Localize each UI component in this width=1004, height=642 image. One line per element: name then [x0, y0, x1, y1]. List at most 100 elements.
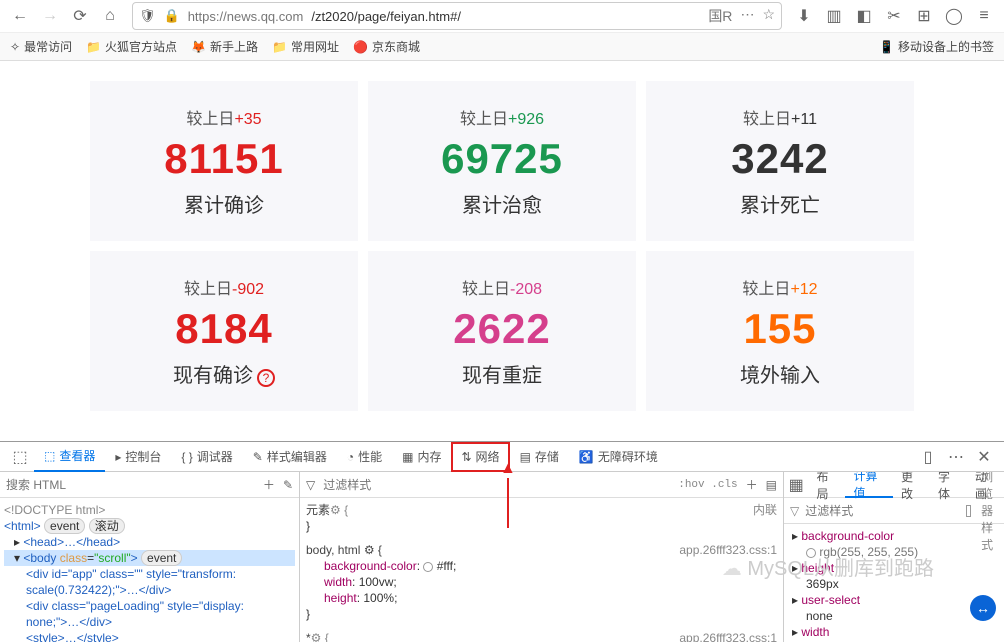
- dom-line: <div class="pageLoading" style="display:…: [4, 598, 295, 630]
- stat-label: 累计确诊: [184, 189, 264, 218]
- browser-styles-checkbox[interactable]: [966, 505, 971, 517]
- dom-panel: ＋ ✎ <!DOCTYPE html> <html> event 滚动 ▸ <h…: [0, 472, 300, 642]
- inspector-picker-icon[interactable]: ⬚: [6, 443, 34, 471]
- head-tag-line: ▸ <head>…</head>: [4, 534, 295, 550]
- tab-icon: ⬚: [44, 449, 55, 463]
- library-icon[interactable]: ▥: [820, 2, 848, 30]
- browser-chrome: ← → ⟳ ⌂ 🛡 🔒 https://news.qq.com/zt2020/p…: [0, 0, 1004, 61]
- stat-card: 较上日+12 155 境外输入: [646, 251, 914, 411]
- style-property[interactable]: width: 100vw;: [306, 574, 777, 590]
- hov-cls-toggle[interactable]: :hov .cls: [678, 479, 737, 491]
- devtools-tabs: ⬚ ⬚ 查看器▸ 控制台{ } 调试器✎ 样式编辑器◔ 性能▦ 内存⇅ 网络▤ …: [0, 442, 1004, 472]
- computed-tab[interactable]: 计算值: [845, 472, 893, 498]
- devtools-tab[interactable]: { } 调试器: [171, 442, 242, 472]
- devtools-tab[interactable]: ✎ 样式编辑器: [243, 442, 337, 472]
- stat-card: 较上日+926 69725 累计治愈: [368, 81, 636, 241]
- devtools-tab[interactable]: ▸ 控制台: [105, 442, 171, 472]
- stat-label: 现有重症: [462, 359, 542, 388]
- tab-icon: { }: [181, 450, 192, 464]
- page-content: 较上日+35 81151 累计确诊较上日+926 69725 累计治愈较上日+1…: [0, 61, 1004, 441]
- reload-button[interactable]: ⟳: [66, 2, 94, 30]
- search-html-input[interactable]: [6, 475, 255, 495]
- stat-delta: 较上日+11: [743, 105, 817, 129]
- tab-icon: ✎: [253, 450, 263, 464]
- menu-icon[interactable]: ≡: [970, 2, 998, 30]
- lock-icon: 🔒: [164, 8, 180, 24]
- filter-icon: ▽: [790, 504, 799, 518]
- close-icon[interactable]: ✕: [970, 443, 998, 471]
- bookmark-item[interactable]: 🔴 京东商城: [353, 38, 420, 55]
- reader-mode-icon[interactable]: 国R: [708, 6, 732, 26]
- computed-property[interactable]: ▸ background-color rgb(255, 255, 255): [792, 528, 996, 560]
- teamviewer-icon[interactable]: ↔: [970, 595, 996, 621]
- stat-delta: 较上日+926: [460, 105, 544, 129]
- computed-tab[interactable]: 布局: [808, 472, 845, 498]
- styles-filter-input[interactable]: [323, 475, 662, 495]
- bookmark-star-icon[interactable]: ☆: [762, 6, 775, 26]
- sidebar-icon[interactable]: ◧: [850, 2, 878, 30]
- style-rules[interactable]: 元素 ⚙ { 内联 } body, html ⚙ {app.26fff323.c…: [300, 498, 783, 642]
- help-icon[interactable]: ?: [257, 369, 275, 387]
- stat-label: 现有确诊?: [173, 359, 275, 388]
- url-path: /zt2020/page/feiyan.htm#/: [311, 9, 461, 24]
- devtools: ⬚ ⬚ 查看器▸ 控制台{ } 调试器✎ 样式编辑器◔ 性能▦ 内存⇅ 网络▤ …: [0, 441, 1004, 642]
- browser-toolbar: ← → ⟳ ⌂ 🛡 🔒 https://news.qq.com/zt2020/p…: [0, 0, 1004, 32]
- stats-grid: 较上日+35 81151 累计确诊较上日+926 69725 累计治愈较上日+1…: [90, 81, 914, 411]
- devtools-tab[interactable]: ▤ 存储: [510, 442, 569, 472]
- responsive-icon[interactable]: ▯: [914, 443, 942, 471]
- stat-delta: 较上日-902: [184, 275, 264, 299]
- tab-icon: ▸: [115, 450, 121, 464]
- add-rule-icon[interactable]: ＋: [746, 476, 758, 493]
- computed-tab[interactable]: 字体: [930, 472, 967, 498]
- devtools-tab[interactable]: ⇅ 网络: [451, 442, 509, 472]
- computed-property[interactable]: ▸ height369px: [792, 560, 996, 592]
- stat-number: 81151: [164, 135, 283, 183]
- back-button[interactable]: ←: [6, 2, 34, 30]
- computed-property[interactable]: ▸ user-selectnone: [792, 592, 996, 624]
- eyedropper-icon[interactable]: ✎: [283, 478, 293, 492]
- dom-tree[interactable]: <!DOCTYPE html> <html> event 滚动 ▸ <head>…: [0, 498, 299, 642]
- stat-card: 较上日-902 8184 现有确诊?: [90, 251, 358, 411]
- account-icon[interactable]: ◯: [940, 2, 968, 30]
- screenshot-icon[interactable]: ✂: [880, 2, 908, 30]
- stat-label: 境外输入: [740, 359, 820, 388]
- mobile-bookmarks[interactable]: 📱 移动设备上的书签: [879, 38, 994, 55]
- bookmark-item[interactable]: 📁 火狐官方站点: [86, 38, 177, 55]
- layout-view-icon[interactable]: ▦: [784, 472, 808, 499]
- computed-property[interactable]: ▸ width1024px: [792, 624, 996, 642]
- clipboard-icon[interactable]: ▤: [766, 478, 777, 492]
- styles-panel: ▽ :hov .cls ＋ ▤ 元素 ⚙ { 内联 } body, html ⚙…: [300, 472, 784, 642]
- home-button[interactable]: ⌂: [96, 2, 124, 30]
- stat-label: 累计治愈: [462, 189, 542, 218]
- body-tag-line: ▾ <body class="scroll"> event: [4, 550, 295, 566]
- bookmark-item[interactable]: 🦊 新手上路: [191, 38, 258, 55]
- style-property[interactable]: background-color: #fff;: [306, 558, 777, 574]
- extension-icon[interactable]: ⊞: [910, 2, 938, 30]
- url-bar[interactable]: 🛡 🔒 https://news.qq.com/zt2020/page/feiy…: [132, 2, 782, 30]
- rule-selector: body, html ⚙ {: [306, 542, 382, 558]
- more-icon[interactable]: ⋯: [942, 443, 970, 471]
- forward-button[interactable]: →: [36, 2, 64, 30]
- computed-filter-input[interactable]: [805, 501, 960, 521]
- bookmark-item[interactable]: 📁 常用网址: [272, 38, 339, 55]
- bookmarks-bar: ✧ 最常访问 📁 火狐官方站点 🦊 新手上路 📁 常用网址 🔴 京东商城 📱 移…: [0, 32, 1004, 60]
- devtools-tab[interactable]: ⬚ 查看器: [34, 442, 105, 472]
- downloads-icon[interactable]: ⬇: [790, 2, 818, 30]
- stat-label: 累计死亡: [740, 189, 820, 218]
- computed-tab[interactable]: 更改: [893, 472, 930, 498]
- stat-delta: 较上日+35: [186, 105, 261, 129]
- devtools-tab[interactable]: ♿ 无障碍环境: [569, 442, 668, 472]
- rule-source[interactable]: app.26fff323.css:1: [679, 542, 777, 558]
- tab-icon: ▤: [520, 450, 531, 464]
- devtools-tab[interactable]: ◔ 性能: [337, 442, 392, 472]
- stat-number: 69725: [441, 135, 563, 183]
- style-property[interactable]: height: 100%;: [306, 590, 777, 606]
- page-actions-icon[interactable]: ⋯: [740, 6, 754, 26]
- bookmark-item[interactable]: ✧ 最常访问: [10, 38, 72, 55]
- html-tag-line: <html> event 滚动: [4, 518, 295, 534]
- tab-icon: ⇅: [461, 450, 471, 464]
- url-host: news.qq.com: [227, 9, 304, 24]
- add-icon[interactable]: ＋: [263, 476, 275, 493]
- devtools-tab[interactable]: ▦ 内存: [392, 442, 451, 472]
- stat-card: 较上日+11 3242 累计死亡: [646, 81, 914, 241]
